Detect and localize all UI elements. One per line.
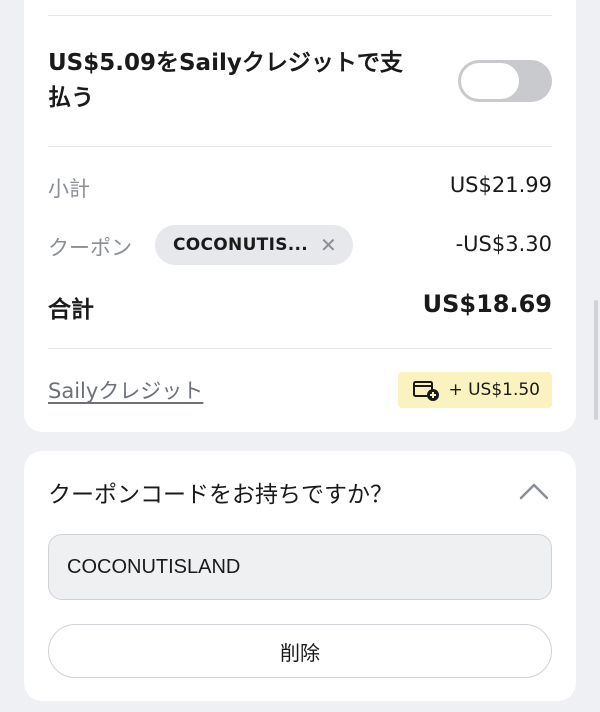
- credit-reward-badge: + US$1.50: [398, 372, 552, 408]
- scrollbar[interactable]: [594, 300, 598, 420]
- subtotal-value: US$21.99: [449, 173, 552, 197]
- coupon-discount-value: -US$3.30: [455, 232, 552, 256]
- saily-credit-link[interactable]: Sailyクレジット: [48, 375, 203, 405]
- order-summary-card: US$5.09をSailyクレジットで支払う 小計 US$21.99 クーポン …: [24, 0, 576, 432]
- subtotal-label: 小計: [48, 177, 90, 201]
- pay-with-credit-toggle[interactable]: [458, 60, 552, 102]
- coupon-label: クーポン: [48, 236, 132, 260]
- close-icon[interactable]: ✕: [320, 235, 337, 255]
- total-label: 合計: [48, 297, 94, 323]
- toggle-knob: [461, 63, 519, 99]
- coupon-question-heading[interactable]: クーポンコードをお持ちですか？: [48, 475, 393, 509]
- total-value: US$18.69: [422, 290, 552, 318]
- credit-badge-text: + US$1.50: [448, 380, 540, 400]
- divider: [48, 348, 552, 349]
- divider: [48, 15, 552, 16]
- divider: [48, 146, 552, 147]
- remove-coupon-button[interactable]: 削除: [48, 624, 552, 678]
- wallet-plus-icon: [413, 381, 440, 401]
- chevron-up-icon[interactable]: [518, 481, 550, 501]
- coupon-chip-text: COCONUTIS...: [173, 235, 309, 255]
- coupon-code-card: クーポンコードをお持ちですか？ 削除: [24, 451, 576, 701]
- coupon-code-input[interactable]: [48, 534, 552, 600]
- pay-with-credit-label: US$5.09をSailyクレジットで支払う: [48, 50, 403, 111]
- applied-coupon-chip: COCONUTIS... ✕: [155, 225, 353, 265]
